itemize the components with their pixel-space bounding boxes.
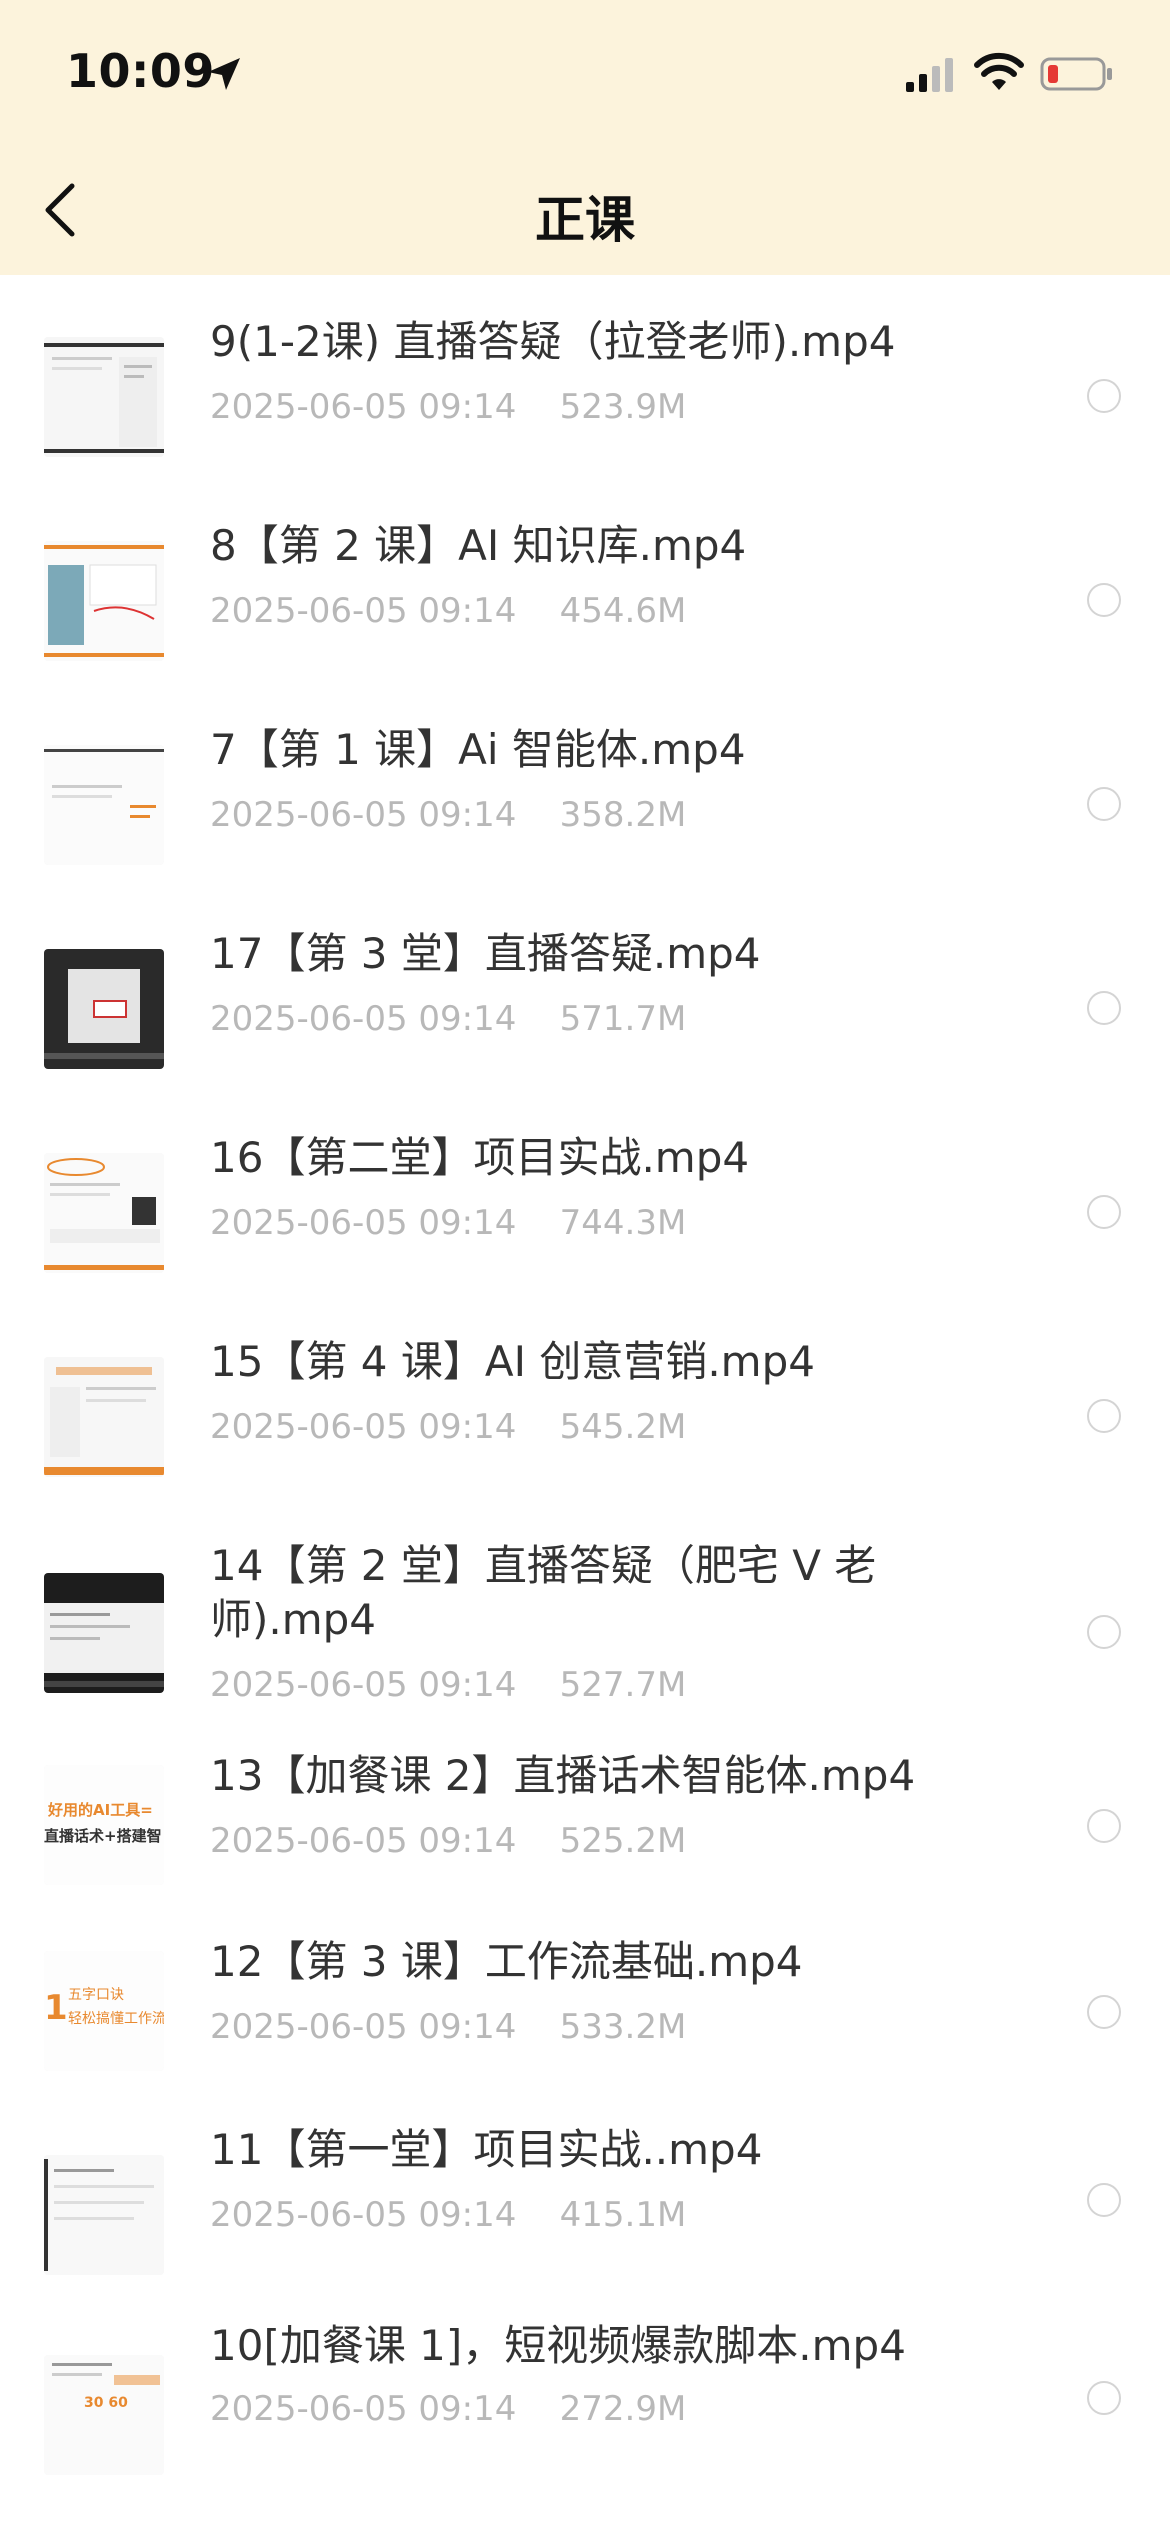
cellular-signal-icon <box>906 58 953 92</box>
file-meta: 2025-06-05 09:14 272.9M <box>210 2389 686 2429</box>
file-size: 272.9M <box>559 2389 687 2429</box>
file-item[interactable]: 30 60 10[加餐课 1]，短视频爆款脚本.mp4 2025-06-05 0… <box>0 2321 1170 2537</box>
file-size: 454.6M <box>559 591 687 631</box>
file-item[interactable]: 17【第 3 堂】直播答疑.mp4 2025-06-05 09:14 571.7… <box>0 887 1170 1091</box>
location-arrow-icon <box>208 58 240 90</box>
select-radio[interactable] <box>1087 1809 1121 1843</box>
file-name: 9(1-2课) 直播答疑（拉登老师).mp4 <box>210 317 896 366</box>
file-size: 525.2M <box>559 1821 687 1861</box>
file-name: 15【第 4 课】AI 创意营销.mp4 <box>210 1337 815 1386</box>
file-date: 2025-06-05 09:14 <box>210 2007 517 2047</box>
header: 10:09 正课 <box>0 0 1170 275</box>
file-date: 2025-06-05 09:14 <box>210 591 517 631</box>
file-meta: 2025-06-05 09:14 533.2M <box>210 2007 686 2047</box>
file-name: 16【第二堂】项目实战.mp4 <box>210 1133 750 1182</box>
file-name: 12【第 3 课】工作流基础.mp4 <box>210 1937 803 1986</box>
file-name: 13【加餐课 2】直播话术智能体.mp4 <box>210 1751 916 1800</box>
file-item[interactable]: 11【第一堂】项目实战..mp4 2025-06-05 09:14 415.1M <box>0 2125 1170 2333</box>
video-thumbnail <box>44 1573 164 1693</box>
file-size: 415.1M <box>559 2195 687 2235</box>
file-name: 11【第一堂】项目实战..mp4 <box>210 2125 763 2174</box>
file-meta: 2025-06-05 09:14 415.1M <box>210 2195 686 2235</box>
file-meta: 2025-06-05 09:14 744.3M <box>210 1203 686 1243</box>
file-date: 2025-06-05 09:14 <box>210 1821 517 1861</box>
select-radio[interactable] <box>1087 1399 1121 1433</box>
select-radio[interactable] <box>1087 2183 1121 2217</box>
status-bar: 10:09 <box>0 0 1170 150</box>
thumb-text: 轻松搞懂工作流 <box>68 2011 164 2027</box>
file-size: 744.3M <box>559 1203 687 1243</box>
file-meta: 2025-06-05 09:14 523.9M <box>210 387 686 427</box>
file-size: 545.2M <box>559 1407 687 1447</box>
select-radio[interactable] <box>1087 1995 1121 2029</box>
file-list: 9(1-2课) 直播答疑（拉登老师).mp4 2025-06-05 09:14 … <box>0 275 1170 2537</box>
file-date: 2025-06-05 09:14 <box>210 999 517 1039</box>
file-item[interactable]: 好用的AI工具= 直播话术+搭建智 13【加餐课 2】直播话术智能体.mp4 20… <box>0 1739 1170 1925</box>
thumb-text: 30 60 <box>84 2395 128 2411</box>
file-date: 2025-06-05 09:14 <box>210 1665 517 1705</box>
file-name: 7【第 1 课】Ai 智能体.mp4 <box>210 725 746 774</box>
video-thumbnail: 1 五字口诀轻松搞懂工作流 <box>44 1951 164 2071</box>
file-item[interactable]: 8【第 2 课】AI 知识库.mp4 2025-06-05 09:14 454.… <box>0 479 1170 683</box>
video-thumbnail: 30 60 <box>44 2355 164 2475</box>
file-name: 8【第 2 课】AI 知识库.mp4 <box>210 521 747 570</box>
file-size: 358.2M <box>559 795 687 835</box>
file-date: 2025-06-05 09:14 <box>210 2389 517 2429</box>
file-meta: 2025-06-05 09:14 454.6M <box>210 591 686 631</box>
page-title: 正课 <box>535 191 635 249</box>
file-size: 523.9M <box>559 387 687 427</box>
file-name: 10[加餐课 1]，短视频爆款脚本.mp4 <box>210 2321 906 2370</box>
battery-low-icon <box>1040 57 1112 91</box>
file-item[interactable]: 16【第二堂】项目实战.mp4 2025-06-05 09:14 744.3M <box>0 1091 1170 1295</box>
file-date: 2025-06-05 09:14 <box>210 387 517 427</box>
file-meta: 2025-06-05 09:14 571.7M <box>210 999 686 1039</box>
thumb-text: 五字口诀 <box>68 1987 124 2003</box>
video-thumbnail: 好用的AI工具= 直播话术+搭建智 <box>44 1765 164 1885</box>
file-meta: 2025-06-05 09:14 525.2M <box>210 1821 686 1861</box>
select-radio[interactable] <box>1087 2381 1121 2415</box>
file-name: 14【第 2 堂】直播答疑（肥宅 V 老师).mp4 <box>210 1541 877 1644</box>
select-radio[interactable] <box>1087 583 1121 617</box>
wifi-icon <box>974 52 1024 90</box>
select-radio[interactable] <box>1087 1195 1121 1229</box>
select-radio[interactable] <box>1087 1615 1121 1649</box>
file-date: 2025-06-05 09:14 <box>210 795 517 835</box>
file-date: 2025-06-05 09:14 <box>210 2195 517 2235</box>
file-size: 527.7M <box>559 1665 687 1705</box>
file-item[interactable]: 9(1-2课) 直播答疑（拉登老师).mp4 2025-06-05 09:14 … <box>0 275 1170 479</box>
file-date: 2025-06-05 09:14 <box>210 1407 517 1447</box>
thumb-text: 好用的AI工具= <box>47 1801 153 1819</box>
video-thumbnail <box>44 2155 164 2275</box>
select-radio[interactable] <box>1087 787 1121 821</box>
video-thumbnail <box>44 1153 164 1273</box>
file-meta: 2025-06-05 09:14 358.2M <box>210 795 686 835</box>
file-meta: 2025-06-05 09:14 545.2M <box>210 1407 686 1447</box>
svg-text:1: 1 <box>44 1988 68 2028</box>
file-name: 17【第 3 堂】直播答疑.mp4 <box>210 929 761 978</box>
thumb-text: 直播话术+搭建智 <box>44 1827 162 1845</box>
select-radio[interactable] <box>1087 991 1121 1025</box>
select-radio[interactable] <box>1087 379 1121 413</box>
video-thumbnail <box>44 541 164 661</box>
file-item[interactable]: 1 五字口诀轻松搞懂工作流 12【第 3 课】工作流基础.mp4 2025-06-… <box>0 1925 1170 2129</box>
file-date: 2025-06-05 09:14 <box>210 1203 517 1243</box>
file-item[interactable]: 7【第 1 课】Ai 智能体.mp4 2025-06-05 09:14 358.… <box>0 683 1170 887</box>
status-time: 10:09 <box>66 44 215 98</box>
video-thumbnail <box>44 745 164 865</box>
file-item[interactable]: 14【第 2 堂】直播答疑（肥宅 V 老师).mp4 2025-06-05 09… <box>0 1499 1170 1739</box>
video-thumbnail <box>44 1357 164 1477</box>
video-thumbnail <box>44 949 164 1069</box>
file-size: 533.2M <box>559 2007 687 2047</box>
file-size: 571.7M <box>559 999 687 1039</box>
video-thumbnail <box>44 337 164 457</box>
file-item[interactable]: 15【第 4 课】AI 创意营销.mp4 2025-06-05 09:14 54… <box>0 1295 1170 1499</box>
file-meta: 2025-06-05 09:14 527.7M <box>210 1665 686 1705</box>
nav-bar: 正课 <box>0 150 1170 275</box>
